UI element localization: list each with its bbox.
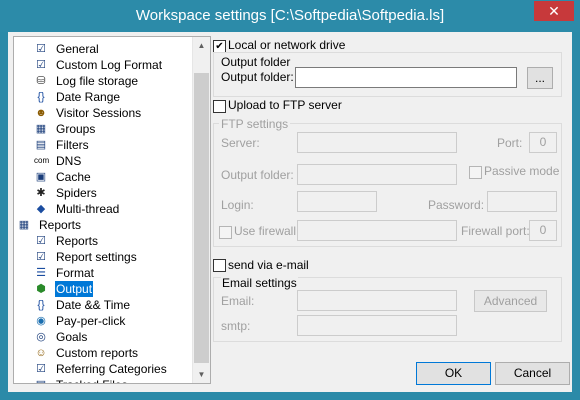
email-address-input[interactable]	[297, 290, 457, 311]
cancel-button[interactable]: Cancel	[495, 362, 570, 385]
ftp-server-label: Server:	[221, 136, 260, 150]
ftp-settings-group-label: FTP settings	[219, 117, 291, 131]
tree-item-label: Visitor Sessions	[56, 106, 142, 120]
tree-item-label: DNS	[56, 154, 82, 168]
tree-item-label: Report settings	[56, 250, 137, 264]
advanced-button[interactable]: Advanced	[474, 290, 547, 312]
visitor-icon: ☻	[35, 107, 47, 119]
cache-icon: ▣	[35, 171, 47, 183]
tree-item-label: Cache	[56, 170, 91, 184]
send-email-checkbox[interactable]	[213, 259, 226, 272]
tree-item-label: Referring Categories	[56, 362, 167, 376]
use-firewall-label: Use firewall	[234, 224, 297, 238]
output-folder-label: Output folder:	[221, 70, 294, 84]
local-drive-label: Local or network drive	[228, 38, 346, 52]
tree-item-label: Date && Time	[56, 298, 131, 312]
reports-folder-icon: ▦	[18, 219, 30, 231]
tree-item-label: Goals	[56, 330, 88, 344]
output-icon: ⬢	[36, 283, 46, 295]
tree-item-label: Filters	[56, 138, 89, 152]
goal-icon: ◎	[36, 331, 46, 343]
passive-mode-label: Passive mode	[484, 164, 560, 178]
checkmark-icon: ✔	[215, 41, 224, 52]
use-firewall-checkbox[interactable]	[219, 226, 232, 239]
tree-item-label: Date Range	[56, 90, 121, 104]
grid-icon: ▦	[35, 123, 47, 135]
braces-icon: {}	[37, 299, 45, 311]
tree-item-label: General	[56, 42, 99, 56]
firewall-port-input[interactable]: 0	[529, 220, 557, 241]
tree-item-label: Spiders	[56, 186, 97, 200]
close-icon: ✕	[548, 3, 560, 19]
ftp-output-folder-label: Output folder:	[221, 168, 294, 182]
tree-item-label: Custom reports	[56, 346, 139, 360]
tree-item-label: Groups	[56, 122, 96, 136]
scrollbar-thumb[interactable]	[194, 73, 209, 363]
passive-mode-checkbox[interactable]	[469, 166, 482, 179]
globe-icon: ◉	[36, 315, 46, 327]
send-email-label: send via e-mail	[228, 258, 309, 272]
list-icon: ☰	[36, 267, 46, 279]
file-icon: ▤	[34, 378, 48, 383]
tree-item-label: Format	[56, 266, 95, 280]
filter-icon: ▤	[35, 139, 47, 151]
firewall-address-input[interactable]	[297, 220, 457, 241]
tree-scrollbar[interactable]: ▲ ▼	[192, 37, 210, 383]
workspace-settings-window: Workspace settings [C:\Softpedia\Softped…	[0, 0, 580, 400]
dns-icon: com	[34, 156, 50, 165]
settings-icon: ☑	[36, 43, 46, 55]
ok-button[interactable]: OK	[416, 362, 491, 385]
settings-icon: ☑	[36, 251, 46, 263]
smtp-input[interactable]	[297, 315, 457, 336]
title-bar[interactable]: Workspace settings [C:\Softpedia\Softped…	[0, 0, 580, 32]
tree-item-label: Log file storage	[56, 74, 139, 88]
output-folder-input[interactable]	[295, 67, 517, 88]
ftp-output-folder-input[interactable]	[297, 164, 457, 185]
settings-icon: ☑	[36, 59, 46, 71]
smtp-label: smtp:	[221, 319, 251, 333]
tree-item-label: Pay-per-click	[56, 314, 126, 328]
firewall-port-label: Firewall port:	[461, 224, 530, 238]
ftp-port-input[interactable]: 0	[529, 132, 557, 153]
scroll-up-arrow-icon[interactable]: ▲	[193, 37, 210, 54]
braces-icon: {}	[37, 91, 45, 103]
custom-report-icon: ☺	[35, 347, 47, 359]
settings-tree[interactable]: ☑ General ☑ Custom Log Format ⛁ Log file stor…	[13, 36, 211, 384]
tree-item-label: Multi-thread	[56, 202, 120, 216]
spider-icon: ✱	[36, 187, 46, 199]
tree-item-label: Tracked Files	[55, 377, 129, 383]
email-address-label: Email:	[221, 294, 255, 308]
settings-icon: ☑	[36, 363, 46, 375]
tree-item-label: Output	[55, 281, 94, 297]
close-button[interactable]: ✕	[534, 1, 574, 21]
database-icon: ⛁	[36, 75, 46, 87]
window-title: Workspace settings [C:\Softpedia\Softped…	[135, 7, 445, 24]
ftp-login-label: Login:	[221, 198, 254, 212]
ftp-login-input[interactable]	[297, 191, 377, 212]
tree-item-label: Custom Log Format	[56, 58, 163, 72]
ftp-password-label: Password:	[428, 198, 485, 212]
ftp-port-label: Port:	[497, 136, 523, 150]
tree-item-label: Reports	[56, 234, 99, 248]
output-folder-group-label: Output folder	[221, 55, 291, 69]
email-settings-group-label: Email settings	[221, 276, 298, 290]
ftp-server-input[interactable]	[297, 132, 457, 153]
ftp-password-input[interactable]	[487, 191, 557, 212]
thread-icon: ◆	[36, 203, 46, 215]
ftp-upload-checkbox[interactable]	[213, 100, 226, 113]
dialog-client-area: ☑ General ☑ Custom Log Format ⛁ Log file stor…	[8, 32, 572, 392]
scroll-down-arrow-icon[interactable]: ▼	[193, 366, 210, 383]
ftp-upload-label: Upload to FTP server	[228, 98, 342, 112]
settings-icon: ☑	[36, 235, 46, 247]
browse-button[interactable]: ...	[527, 67, 553, 89]
tree-item-label: Reports	[39, 218, 82, 232]
